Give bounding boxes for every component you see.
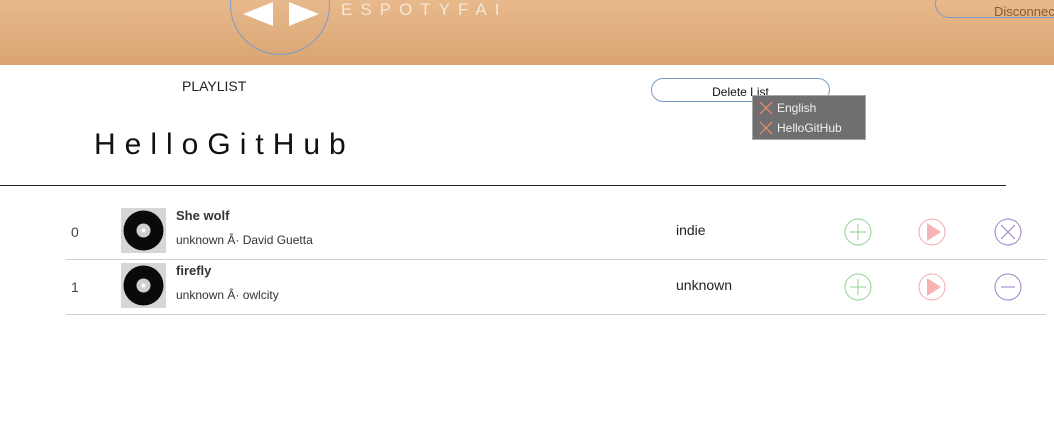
divider bbox=[0, 185, 1006, 186]
add-circle-icon[interactable] bbox=[843, 217, 873, 247]
table-row: 0 She wolf unknown Â· David Guetta indie bbox=[66, 204, 1046, 260]
minus-circle-icon[interactable] bbox=[993, 272, 1023, 302]
play-circle-icon[interactable] bbox=[917, 217, 947, 247]
dropdown-item-hellogithub[interactable]: HelloGitHub bbox=[753, 118, 865, 138]
close-icon bbox=[759, 101, 773, 115]
logo bbox=[230, 0, 330, 55]
vinyl-icon bbox=[123, 210, 164, 251]
playlist-section-label: PLAYLIST bbox=[182, 78, 247, 94]
track-name: firefly bbox=[176, 263, 212, 278]
close-icon bbox=[759, 121, 773, 135]
skip-arrows-icon bbox=[243, 2, 319, 26]
play-circle-icon[interactable] bbox=[917, 272, 947, 302]
track-genre: unknown bbox=[676, 277, 733, 293]
dropdown-item-label: HelloGitHub bbox=[777, 121, 842, 135]
track-name: She wolf bbox=[176, 208, 230, 223]
dropdown-item-english[interactable]: English bbox=[753, 98, 865, 118]
add-circle-icon[interactable] bbox=[843, 272, 873, 302]
table-row: 1 firefly unknown Â· owlcity unknown bbox=[66, 259, 1046, 315]
track-meta: unknown Â· owlcity bbox=[176, 288, 279, 302]
dropdown-item-label: English bbox=[777, 101, 817, 115]
brand-name: ESPOTYFAI bbox=[341, 0, 508, 19]
playlist-dropdown: English HelloGitHub bbox=[752, 95, 866, 140]
close-circle-icon[interactable] bbox=[993, 217, 1023, 247]
track-meta: unknown Â· David Guetta bbox=[176, 233, 313, 247]
playlist-title: HelloGitHub bbox=[94, 128, 355, 161]
track-index: 0 bbox=[71, 224, 79, 240]
disconnect-button[interactable]: Disconnect bbox=[935, 0, 1054, 19]
album-cover bbox=[121, 263, 166, 308]
app-header: ESPOTYFAI Disconnect bbox=[0, 0, 1054, 65]
track-index: 1 bbox=[71, 279, 79, 295]
vinyl-icon bbox=[123, 265, 164, 306]
album-cover bbox=[121, 208, 166, 253]
track-genre: indie bbox=[676, 222, 706, 238]
